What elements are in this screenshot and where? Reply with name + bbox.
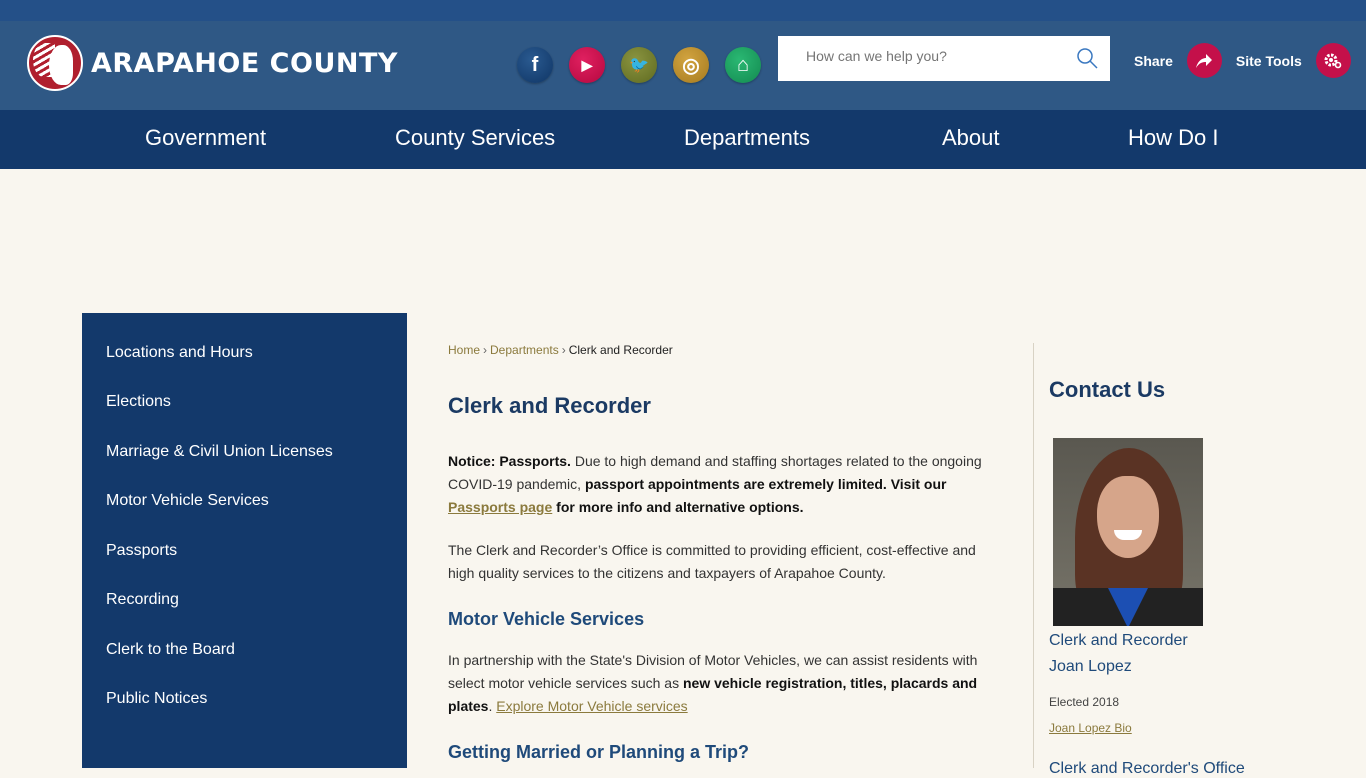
youtube-icon[interactable]: ▶ xyxy=(569,47,605,83)
share-arrow-icon xyxy=(1196,53,1213,68)
site-tools-label[interactable]: Site Tools xyxy=(1236,53,1302,69)
office-heading: Clerk and Recorder's Office xyxy=(1049,760,1245,777)
sidebar-item-recording[interactable]: Recording xyxy=(106,591,179,609)
breadcrumb: Home › Departments › Clerk and Recorder xyxy=(448,343,998,357)
intro-paragraph: The Clerk and Recorder’s Office is commi… xyxy=(448,542,976,581)
logo-text: ARAPAHOE COUNTY xyxy=(91,47,398,79)
main-nav: Government County Services Departments A… xyxy=(0,110,1366,169)
explore-motor-vehicle-link[interactable]: Explore Motor Vehicle services xyxy=(496,698,687,714)
breadcrumb-home[interactable]: Home xyxy=(448,343,480,357)
sidebar-item-motor-vehicle[interactable]: Motor Vehicle Services xyxy=(106,492,269,510)
county-logo[interactable]: ARAPAHOE COUNTY xyxy=(27,35,398,91)
contact-name: Joan Lopez xyxy=(1049,658,1132,675)
breadcrumb-separator: › xyxy=(483,343,488,357)
sidebar-item-passports[interactable]: Passports xyxy=(106,542,177,560)
nextdoor-icon[interactable]: ⌂ xyxy=(725,47,761,83)
search-input[interactable] xyxy=(806,48,1066,64)
elected-year: Elected 2018 xyxy=(1049,695,1120,709)
breadcrumb-current: Clerk and Recorder xyxy=(568,343,673,357)
official-photo xyxy=(1053,438,1203,626)
header-tools: Share Site Tools xyxy=(1134,43,1365,78)
nav-about[interactable]: About xyxy=(942,125,1000,151)
sidebar-item-locations-hours[interactable]: Locations and Hours xyxy=(106,344,253,362)
passport-notice: Notice: Passports. Due to high demand an… xyxy=(448,450,998,519)
sidebar-item-clerk-board[interactable]: Clerk to the Board xyxy=(106,641,235,659)
motor-vehicle-heading: Motor Vehicle Services xyxy=(448,609,645,629)
share-label[interactable]: Share xyxy=(1134,53,1173,69)
contact-role: Clerk and Recorder xyxy=(1049,632,1188,649)
married-trip-heading: Getting Married or Planning a Trip? xyxy=(448,742,750,762)
contact-heading: Contact Us xyxy=(1049,377,1166,402)
share-button[interactable] xyxy=(1186,43,1222,78)
column-divider xyxy=(1033,343,1034,768)
main-content: Home › Departments › Clerk and Recorder Cler… xyxy=(448,343,998,762)
facebook-icon[interactable]: f xyxy=(517,47,553,83)
sidebar-menu: Locations and Hours Elections Marriage &… xyxy=(82,313,407,768)
notice-tail: for more info and alternative options. xyxy=(552,499,804,515)
sidebar-item-public-notices[interactable]: Public Notices xyxy=(106,690,207,708)
page-title: Clerk and Recorder xyxy=(448,393,651,418)
gears-icon xyxy=(1324,53,1342,68)
sidebar-item-marriage-licenses[interactable]: Marriage & Civil Union Licenses xyxy=(106,443,333,461)
nav-departments[interactable]: Departments xyxy=(684,125,810,151)
breadcrumb-departments[interactable]: Departments xyxy=(490,343,559,357)
county-seal-icon xyxy=(27,35,83,91)
social-links: f ▶ 🐦 ◎ ⌂ xyxy=(517,47,761,83)
nav-government[interactable]: Government xyxy=(145,125,266,151)
search-box xyxy=(778,36,1110,81)
notice-lead: Notice: Passports. xyxy=(448,453,571,469)
breadcrumb-separator: › xyxy=(561,343,566,357)
sidebar-item-elections[interactable]: Elections xyxy=(106,393,171,411)
contact-role-block: Clerk and Recorder Joan Lopez xyxy=(1049,628,1188,680)
top-strip xyxy=(0,0,1366,21)
search-icon[interactable] xyxy=(1076,47,1098,69)
site-tools-button[interactable] xyxy=(1315,43,1351,78)
instagram-icon[interactable]: ◎ xyxy=(673,47,709,83)
passports-page-link[interactable]: Passports page xyxy=(448,499,552,515)
motor-vehicle-paragraph: In partnership with the State's Division… xyxy=(448,649,998,718)
bio-link[interactable]: Joan Lopez Bio xyxy=(1049,721,1132,735)
twitter-icon[interactable]: 🐦 xyxy=(621,47,657,83)
notice-bold: passport appointments are extremely limi… xyxy=(584,476,947,492)
nav-how-do-i[interactable]: How Do I xyxy=(1128,125,1218,151)
site-header: ARAPAHOE COUNTY f ▶ 🐦 ◎ ⌂ Share Site Too… xyxy=(0,21,1366,110)
nav-county-services[interactable]: County Services xyxy=(395,125,555,151)
